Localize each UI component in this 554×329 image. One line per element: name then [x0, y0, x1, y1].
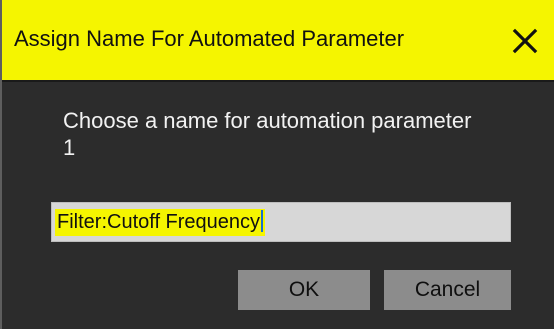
dialog-body: Choose a name for automation parameter 1… — [2, 82, 554, 329]
text-caret — [261, 210, 264, 232]
prompt-text: Choose a name for automation parameter 1 — [63, 108, 472, 160]
input-value: Filter:Cutoff Frequency — [57, 211, 261, 233]
parameter-name-input[interactable]: Filter:Cutoff Frequency — [51, 202, 511, 242]
assign-name-dialog: Assign Name For Automated Parameter Choo… — [0, 0, 554, 329]
input-selected-text: Filter:Cutoff Frequency — [55, 209, 266, 236]
close-icon[interactable] — [510, 26, 540, 56]
ok-button[interactable]: OK — [238, 270, 370, 310]
cancel-button[interactable]: Cancel — [384, 270, 511, 310]
dialog-title: Assign Name For Automated Parameter — [14, 26, 405, 51]
dialog-titlebar: Assign Name For Automated Parameter — [2, 0, 554, 82]
